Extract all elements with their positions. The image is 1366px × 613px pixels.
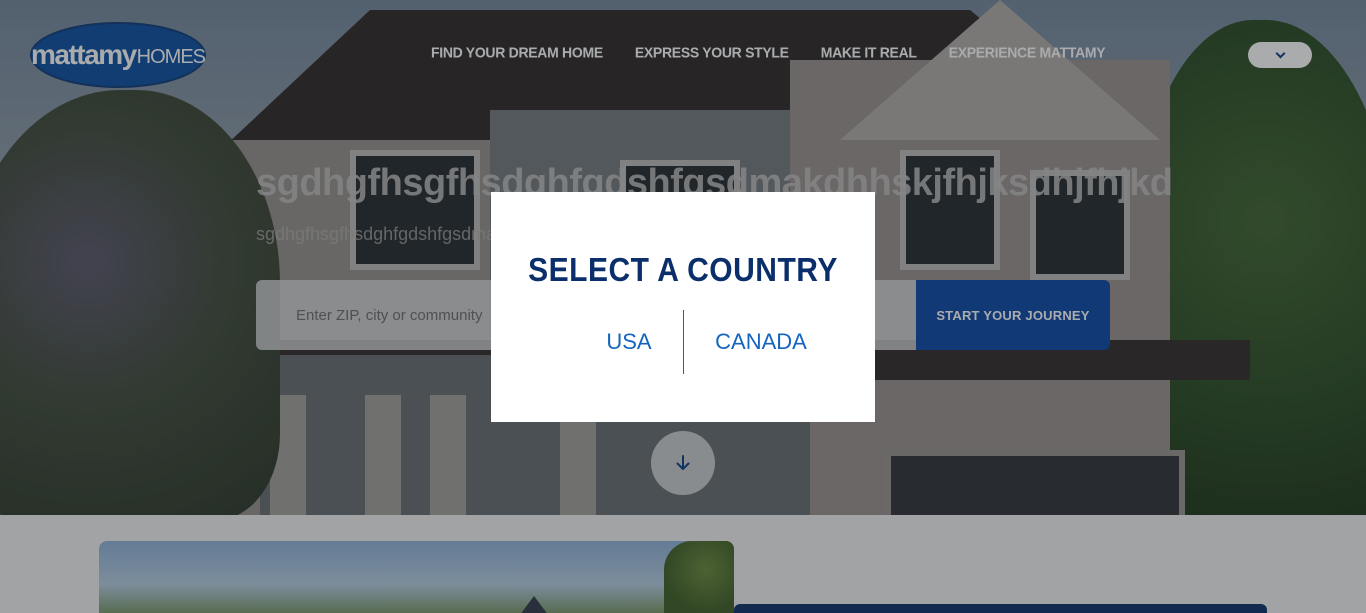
modal-divider (683, 310, 684, 374)
modal-title: SELECT A COUNTRY (528, 251, 838, 289)
country-select-modal: SELECT A COUNTRY USA CANADA (491, 192, 875, 422)
country-option-usa[interactable]: USA (587, 329, 671, 355)
country-option-canada[interactable]: CANADA (705, 329, 817, 355)
